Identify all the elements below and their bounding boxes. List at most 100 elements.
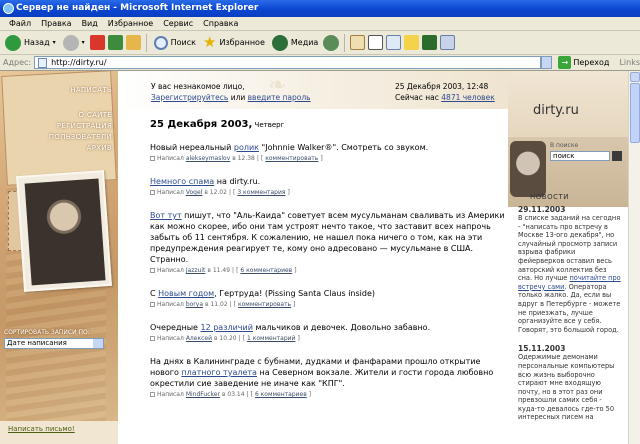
post-link[interactable]: 12 различий xyxy=(201,323,253,332)
links-label[interactable]: Links xyxy=(619,58,640,67)
sort-box: СОРТИРОВАТЬ ЗАПИСИ ПО: Дате написания xyxy=(4,329,114,349)
portrait-image xyxy=(24,178,106,286)
edit-icon[interactable] xyxy=(386,35,402,50)
date-heading: 25 Декабря 2003, Четверг xyxy=(150,119,510,130)
toolbar-separator xyxy=(145,33,147,52)
post-text: пишут, что "Аль-Каида" советует всем мус… xyxy=(150,211,505,264)
post-text: мальчиков и девочек. Довольно забавно. xyxy=(252,323,431,332)
address-dropdown-button[interactable] xyxy=(540,56,553,69)
author-link[interactable]: borya xyxy=(186,301,203,308)
date-heading-date: 25 Декабря 2003, xyxy=(150,119,253,130)
sort-select[interactable]: Дате написания xyxy=(4,338,104,349)
window-title: Сервер не найден - Microsoft Internet Ex… xyxy=(16,3,259,13)
comments-link[interactable]: 1 комментарий xyxy=(247,335,295,342)
written-label: Написал xyxy=(157,189,184,196)
favorites-button[interactable]: ★ Избранное xyxy=(201,33,267,53)
site-search-button[interactable] xyxy=(612,151,622,161)
go-arrow-icon: → xyxy=(558,56,572,69)
site-search-input[interactable]: поиск xyxy=(550,151,610,161)
write-letter-link[interactable]: Написать письмо! xyxy=(8,425,75,433)
post-time: в 12.02 xyxy=(204,189,227,196)
bracket-text: | xyxy=(238,335,241,342)
written-label: Написал xyxy=(157,335,184,342)
online-users-link[interactable]: 4871 человек xyxy=(441,93,494,102)
comments-link[interactable]: 6 комментариев xyxy=(255,391,307,398)
news-text: В списке заданий на сегодня - "написать … xyxy=(518,214,622,334)
bracket-text: | xyxy=(256,155,259,162)
history-icon[interactable] xyxy=(323,34,340,51)
menu-tools[interactable]: Сервис xyxy=(158,17,198,30)
mail-icon[interactable] xyxy=(350,35,366,50)
go-label: Переход xyxy=(573,58,610,67)
author-link[interactable]: alekseymaslov xyxy=(186,155,230,162)
nav-users[interactable]: ПОЛЬЗОВАТЕЛИ xyxy=(48,132,112,143)
post-text: , Гертруда! (Pissing Santa Claus inside) xyxy=(214,289,376,298)
site-logo[interactable]: dirty.ru xyxy=(533,103,579,118)
window-icon[interactable] xyxy=(440,35,456,50)
post-body: Очередные 12 различий мальчиков и девоче… xyxy=(150,322,510,333)
posts-list: Новый нереальный ролик "Johnnie Walker®"… xyxy=(150,142,510,398)
search-label: Поиск xyxy=(170,38,196,47)
face-image xyxy=(510,141,546,197)
nav-write[interactable]: НАПИСАТЬ xyxy=(48,75,112,96)
author-link[interactable]: Алексей xyxy=(186,335,212,342)
comments-link[interactable]: 3 комментария xyxy=(237,189,285,196)
comments-link[interactable]: 6 комментариев xyxy=(240,267,292,274)
bracket-text: | xyxy=(229,301,232,308)
post-link[interactable]: Вот тут xyxy=(150,211,182,220)
scroll-thumb[interactable] xyxy=(630,83,640,143)
nav-register[interactable]: РЕГИСТРАЦИЯ xyxy=(48,121,112,132)
portrait-photo xyxy=(16,170,112,292)
login-link[interactable]: введите пароль xyxy=(248,93,311,102)
post-link[interactable]: Немного спама xyxy=(150,177,214,186)
chevron-down-icon xyxy=(93,339,103,348)
home-icon[interactable] xyxy=(125,35,141,50)
post-link[interactable]: Новым годом xyxy=(158,289,214,298)
post-time: в 03.14 xyxy=(221,391,245,398)
news-item: 29.11.2003 В списке заданий на сегодня - … xyxy=(508,205,628,334)
stop-icon[interactable] xyxy=(89,35,105,50)
media-button[interactable]: Медиа xyxy=(270,33,320,53)
register-link[interactable]: Зарегистрируйтесь xyxy=(151,93,228,102)
scroll-up-button[interactable] xyxy=(630,72,640,82)
menu-favorites[interactable]: Избранное xyxy=(103,17,158,30)
menu-view[interactable]: Вид xyxy=(77,17,103,30)
written-label: Написал xyxy=(157,155,184,162)
star-icon: ★ xyxy=(202,33,217,51)
print-icon[interactable] xyxy=(368,35,384,50)
post-meta: Написал borya в 11.02 |[комментировать] xyxy=(150,301,510,308)
nav-archive[interactable]: АРХИВ xyxy=(48,143,112,154)
news-date: 29.11.2003 xyxy=(518,205,566,214)
address-input[interactable]: http://dirty.ru/ xyxy=(34,56,541,69)
author-link[interactable]: Vogel xyxy=(186,189,202,196)
written-label: Написал xyxy=(157,391,184,398)
bracket-text: | xyxy=(232,267,235,274)
news-text-part: В списке заданий на сегодня - "написать … xyxy=(518,214,621,283)
back-button[interactable]: Назад ▾ xyxy=(3,33,58,53)
vertical-scrollbar[interactable] xyxy=(628,71,640,444)
toolbar-separator xyxy=(344,33,346,52)
post-link[interactable]: платного туалета xyxy=(181,368,257,377)
search-button[interactable]: Поиск xyxy=(152,33,198,53)
news-text-part: . Оператора только жалко. Да, если вы вд… xyxy=(518,282,621,334)
menu-edit[interactable]: Правка xyxy=(36,17,76,30)
messenger-icon[interactable] xyxy=(422,35,438,50)
refresh-icon[interactable] xyxy=(107,35,123,50)
forward-button[interactable]: ▾ xyxy=(61,33,87,53)
go-button[interactable]: → Переход xyxy=(558,56,609,69)
left-footer: Написать письмо! xyxy=(0,421,118,444)
post: Вот тут пишут, что "Аль-Каида" советует … xyxy=(150,210,510,274)
menu-help[interactable]: Справка xyxy=(198,17,243,30)
post-link[interactable]: ролик xyxy=(234,143,259,152)
search-icon xyxy=(153,35,168,50)
post-body: На днях в Калининграде с бубнами, дудкам… xyxy=(150,356,510,389)
nav-about[interactable]: О САЙТЕ xyxy=(48,110,112,121)
comments-link[interactable]: комментировать xyxy=(265,155,318,162)
folder-icon[interactable] xyxy=(404,35,420,50)
author-link[interactable]: Jazzuit xyxy=(186,267,206,274)
post: Очередные 12 различий мальчиков и девоче… xyxy=(150,322,510,342)
date-heading-weekday: Четверг xyxy=(252,121,285,129)
menu-file[interactable]: Файл xyxy=(4,17,36,30)
author-link[interactable]: MindFucker xyxy=(186,391,220,398)
comments-link[interactable]: комментировать xyxy=(238,301,291,308)
